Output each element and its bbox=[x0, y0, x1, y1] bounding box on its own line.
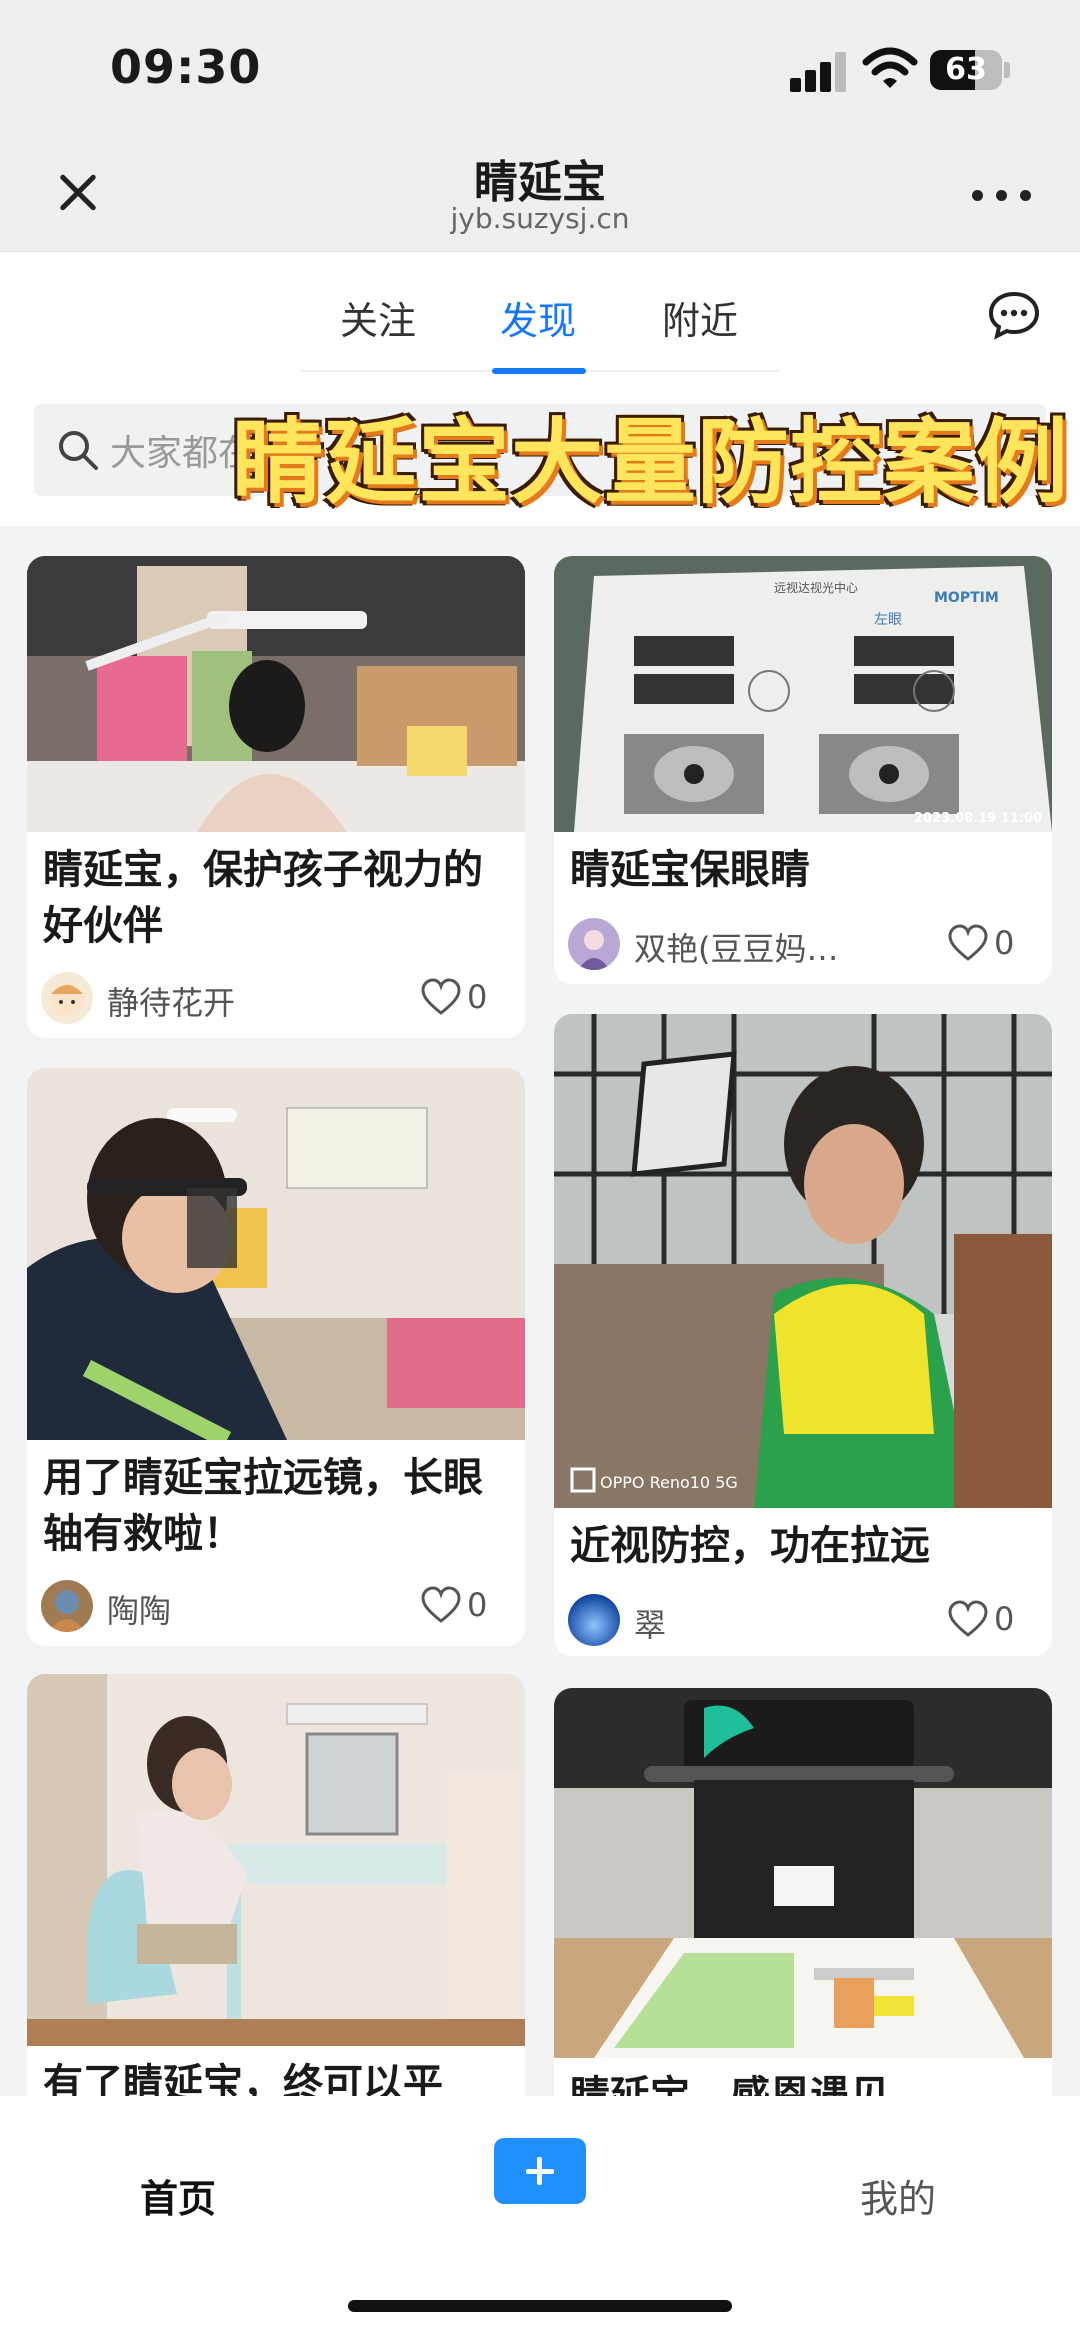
like-button[interactable]: 0 bbox=[948, 918, 1038, 972]
more-button[interactable] bbox=[972, 184, 1032, 208]
search-icon bbox=[59, 431, 98, 470]
post-photo bbox=[554, 1688, 1052, 2058]
post-photo bbox=[27, 1068, 525, 1440]
tab-follow[interactable]: 关注 bbox=[340, 290, 416, 345]
post-author[interactable]: 静待花开 bbox=[41, 972, 301, 1026]
tab-active-indicator bbox=[492, 368, 586, 374]
post-photo bbox=[27, 1674, 525, 2046]
post-title: 睛延宝，保护孩子视力的好伙伴 bbox=[43, 847, 483, 949]
report-center-text: 远视达视光中心 bbox=[774, 580, 858, 595]
avatar bbox=[41, 972, 93, 1024]
like-count: 0 bbox=[467, 978, 488, 1016]
nav-mine[interactable]: 我的 bbox=[860, 2168, 936, 2223]
heart-icon bbox=[948, 1600, 988, 1637]
tab-bar: 关注 发现 附近 bbox=[0, 252, 1080, 376]
battery-level: 63 bbox=[945, 52, 987, 87]
post-title: 近视防控，功在拉远 bbox=[570, 1523, 930, 1569]
author-name: 双艳(豆豆妈… bbox=[634, 930, 839, 968]
post-photo bbox=[27, 556, 525, 832]
avatar bbox=[568, 918, 620, 970]
post-title: 睛延宝保眼睛 bbox=[570, 847, 810, 893]
promo-banner-text: 睛延宝大量防控案例 bbox=[232, 409, 1070, 516]
wifi-icon bbox=[862, 47, 918, 88]
avatar bbox=[41, 1580, 93, 1632]
battery-tip bbox=[1004, 62, 1010, 78]
nav-home[interactable]: 首页 bbox=[140, 2168, 216, 2223]
author-name: 翠 bbox=[634, 1606, 667, 1644]
author-name: 陶陶 bbox=[107, 1592, 172, 1630]
report-eye-text: 左眼 bbox=[874, 612, 902, 628]
like-button[interactable]: 0 bbox=[948, 1594, 1038, 1648]
tab-nearby[interactable]: 附近 bbox=[662, 290, 738, 345]
add-post-button[interactable] bbox=[494, 2138, 586, 2204]
battery-icon: 63 bbox=[930, 50, 1002, 90]
page-url: jyb.suzysj.cn bbox=[450, 202, 630, 235]
post-author[interactable]: 陶陶 bbox=[41, 1580, 301, 1634]
bottom-nav: 首页 我的 bbox=[0, 2096, 1080, 2337]
heart-icon bbox=[421, 1586, 461, 1623]
like-button[interactable]: 0 bbox=[421, 972, 511, 1026]
like-count: 0 bbox=[467, 1586, 488, 1624]
message-icon[interactable] bbox=[988, 290, 1040, 340]
title-bar: 睛延宝 jyb.suzysj.cn bbox=[0, 140, 1080, 252]
feed-card[interactable]: OPPO Reno10 5G 近视防控，功在拉远 翠 0 bbox=[554, 1014, 1052, 1656]
like-count: 0 bbox=[994, 1600, 1015, 1638]
avatar bbox=[568, 1594, 620, 1646]
post-photo: 远视达视光中心 MOPTIM 左眼 2023.08.19 11:00 bbox=[554, 556, 1052, 832]
like-button[interactable]: 0 bbox=[421, 1580, 511, 1634]
post-author[interactable]: 翠 bbox=[568, 1594, 828, 1648]
report-brand-text: MOPTIM bbox=[934, 590, 999, 606]
like-count: 0 bbox=[994, 924, 1015, 962]
feed-card[interactable]: 睛延宝，保护孩子视力的好伙伴 静待花开 0 bbox=[27, 556, 525, 1038]
heart-icon bbox=[948, 924, 988, 961]
phone-watermark-text: OPPO Reno10 5G bbox=[600, 1473, 738, 1492]
status-bar: 09:30 63 bbox=[0, 0, 1080, 140]
post-photo: OPPO Reno10 5G bbox=[554, 1014, 1052, 1508]
author-name: 静待花开 bbox=[107, 984, 236, 1022]
post-author[interactable]: 双艳(豆豆妈… bbox=[568, 918, 868, 972]
feed-card[interactable]: 远视达视光中心 MOPTIM 左眼 2023.08.19 11:00 睛延宝保眼… bbox=[554, 556, 1052, 984]
heart-icon bbox=[421, 978, 461, 1015]
signal-icon bbox=[790, 52, 846, 92]
status-time: 09:30 bbox=[110, 40, 262, 94]
page-title: 睛延宝 bbox=[474, 157, 606, 208]
home-indicator bbox=[348, 2300, 732, 2312]
feed-card[interactable]: 用了睛延宝拉远镜，长眼轴有救啦！ 陶陶 0 bbox=[27, 1068, 525, 1646]
tab-discover[interactable]: 发现 bbox=[500, 290, 576, 345]
post-title: 用了睛延宝拉远镜，长眼轴有救啦！ bbox=[43, 1455, 483, 1557]
report-date-text: 2023.08.19 11:00 bbox=[914, 811, 1042, 826]
